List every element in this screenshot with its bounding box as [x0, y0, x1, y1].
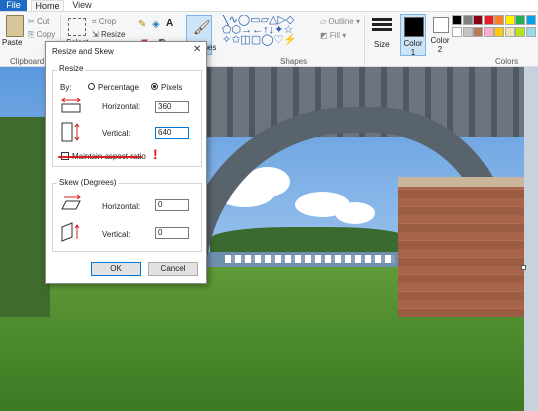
- palette-swatch[interactable]: [504, 27, 515, 37]
- copy-label: Copy: [36, 30, 56, 39]
- copy-button[interactable]: ⎘ Copy: [28, 30, 55, 40]
- dialog-title: Resize and Skew: [52, 47, 114, 56]
- palette-swatch[interactable]: [494, 27, 504, 37]
- resize-horizontal-icon: [61, 97, 81, 113]
- palette-swatch[interactable]: [504, 15, 515, 25]
- cut-label: Cut: [36, 17, 50, 26]
- cancel-button[interactable]: Cancel: [148, 262, 198, 276]
- color2-label: Color 2: [430, 36, 450, 54]
- vertical-input[interactable]: 640: [155, 127, 189, 139]
- ribbon-tabs: File Home View: [0, 0, 538, 11]
- skew-horizontal-icon: [61, 194, 81, 210]
- pixels-radio[interactable]: [151, 83, 158, 90]
- palette-swatch[interactable]: [483, 15, 494, 25]
- ok-button[interactable]: OK: [91, 262, 141, 276]
- palette-swatch[interactable]: [483, 27, 494, 37]
- skew-vertical-icon: [61, 222, 80, 242]
- ribbon-separator: [364, 15, 365, 65]
- palette-swatch[interactable]: [462, 27, 473, 37]
- resize-label: Resize: [100, 30, 126, 39]
- palette-swatch[interactable]: [473, 27, 483, 37]
- tab-view[interactable]: View: [70, 0, 94, 11]
- clipboard-group-label: Clipboard: [10, 57, 45, 66]
- outline-dropdown[interactable]: ▱ Outline ▾: [320, 17, 360, 26]
- color1-label: Color 1: [403, 39, 423, 57]
- annotation-underline: [58, 156, 142, 158]
- palette-swatch[interactable]: [473, 15, 483, 25]
- crop-button[interactable]: ⌗ Crop: [92, 17, 116, 27]
- brush-icon: 🖌: [193, 19, 211, 35]
- select-icon[interactable]: [68, 18, 86, 36]
- fill-bucket-icon[interactable]: ◈: [152, 19, 160, 30]
- text-tool-icon[interactable]: A: [166, 18, 173, 29]
- resize-button[interactable]: ⇲ Resize: [92, 30, 125, 39]
- shapes-gallery[interactable]: ╲∿◯▭▱△▷◇ ⬠⬡→←↑↓✦☆ ✧✩◫▢◯♡⚡: [222, 15, 314, 55]
- percentage-label[interactable]: Percentage: [98, 83, 139, 92]
- horizontal-input[interactable]: 360: [155, 101, 189, 113]
- fill-label: Fill: [329, 31, 340, 40]
- fill-dropdown[interactable]: ◩ Fill ▾: [320, 31, 346, 40]
- skew-horizontal-label: Horizontal:: [102, 202, 141, 211]
- crop-label: Crop: [98, 17, 117, 26]
- palette-swatch[interactable]: [525, 27, 536, 37]
- pencil-icon[interactable]: ✎: [138, 19, 146, 30]
- pixels-label[interactable]: Pixels: [161, 83, 182, 92]
- resize-skew-dialog: Resize and Skew ✕ Resize By: Percentage …: [45, 41, 207, 284]
- color2-swatch[interactable]: [433, 17, 449, 33]
- palette-swatch[interactable]: [525, 15, 536, 25]
- size-icon[interactable]: [372, 18, 392, 33]
- left-vegetation: [0, 117, 50, 317]
- tab-home[interactable]: Home: [31, 0, 64, 11]
- tab-file[interactable]: File: [0, 0, 27, 11]
- paste-icon[interactable]: [6, 15, 24, 37]
- skew-vertical-input[interactable]: 0: [155, 227, 189, 239]
- skew-vertical-label: Vertical:: [102, 230, 131, 239]
- color1-swatch: [404, 17, 424, 37]
- by-label: By:: [60, 83, 72, 92]
- palette-swatch[interactable]: [452, 27, 462, 37]
- size-button[interactable]: Size: [374, 40, 390, 49]
- horizontal-label: Horizontal:: [102, 102, 141, 111]
- paste-button[interactable]: Paste: [2, 38, 22, 47]
- skew-legend: Skew (Degrees): [57, 178, 119, 187]
- percentage-radio[interactable]: [88, 83, 95, 90]
- palette-swatch[interactable]: [494, 15, 504, 25]
- shapes-group-label: Shapes: [280, 57, 308, 66]
- resize-legend: Resize: [57, 64, 86, 73]
- close-icon[interactable]: ✕: [193, 44, 201, 55]
- skew-horizontal-input[interactable]: 0: [155, 199, 189, 211]
- brick-pier: [398, 187, 524, 317]
- palette-swatch[interactable]: [462, 15, 473, 25]
- palette-swatch[interactable]: [515, 27, 525, 37]
- cut-button[interactable]: ✂ Cut: [28, 17, 49, 26]
- colors-group-label: Colors: [495, 57, 519, 66]
- vertical-label: Vertical:: [102, 129, 131, 138]
- annotation-exclamation: !: [153, 146, 158, 162]
- canvas-resize-handle[interactable]: [521, 265, 526, 270]
- color1-button[interactable]: Color 1: [400, 14, 426, 57]
- palette-swatch[interactable]: [515, 15, 525, 25]
- resize-vertical-icon: [61, 122, 80, 142]
- outline-label: Outline: [328, 17, 354, 26]
- palette-swatch[interactable]: [452, 15, 462, 25]
